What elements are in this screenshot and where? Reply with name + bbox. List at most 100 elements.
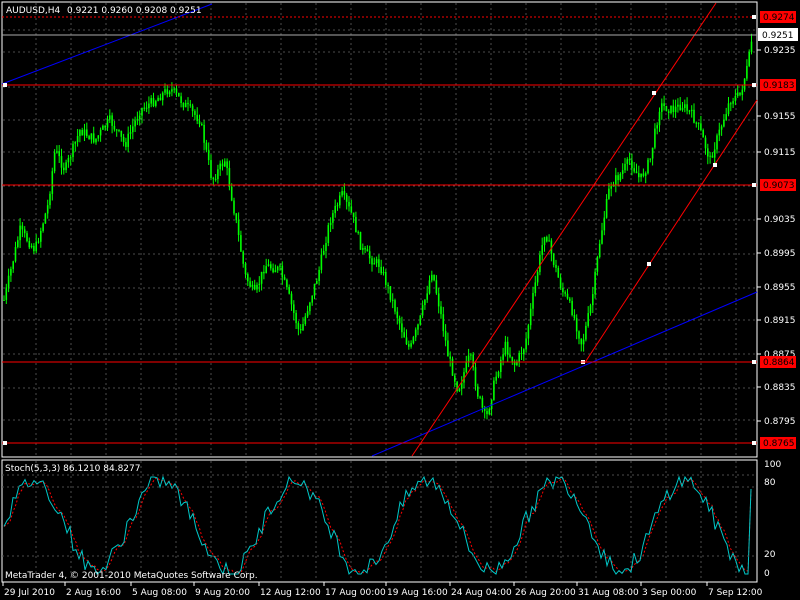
candle-body	[690, 109, 693, 111]
candle-body	[286, 279, 288, 288]
candle-body	[189, 104, 192, 106]
candle-body	[552, 253, 555, 265]
candle-body	[672, 105, 675, 112]
candle-body	[258, 283, 261, 285]
candle-body	[723, 119, 725, 127]
candle-body	[230, 186, 233, 201]
candle-body	[748, 52, 750, 66]
candle-body	[557, 267, 560, 278]
candle-body	[523, 349, 525, 355]
candle-body	[651, 147, 654, 159]
candle-body	[178, 92, 180, 97]
time-tick-label: 24 Aug 04:00	[451, 588, 512, 598]
candle-body	[309, 302, 311, 312]
candle-body	[649, 158, 652, 160]
candle-body	[320, 254, 323, 270]
candle-body	[65, 162, 67, 171]
candle-body	[638, 173, 640, 178]
candle-body	[421, 305, 424, 316]
level-anchor-right-2[interactable]	[752, 83, 756, 87]
candle-body	[479, 396, 481, 398]
candle-body	[244, 263, 247, 275]
candle-body	[555, 264, 557, 268]
candle-body	[150, 98, 152, 104]
candle-body	[279, 265, 281, 267]
channel-mid-anchor[interactable]	[647, 262, 651, 266]
candle-body	[548, 240, 550, 242]
candle-body	[302, 324, 304, 331]
candle-body	[104, 125, 106, 128]
channel-anchor-point-2[interactable]	[713, 163, 717, 167]
candle-body	[141, 108, 143, 116]
candle-body	[196, 114, 198, 121]
candle-body	[585, 325, 587, 340]
channel-anchor-point[interactable]	[652, 91, 656, 95]
candle-body	[417, 324, 419, 330]
level-anchor-right-4[interactable]	[752, 360, 756, 364]
candle-body	[180, 96, 182, 103]
level-anchor-left-2[interactable]	[3, 83, 7, 87]
candle-body	[433, 274, 435, 281]
time-tick-label: 7 Sep 12:00	[708, 588, 763, 598]
candle-body	[642, 173, 645, 176]
candle-body	[51, 171, 54, 194]
candle-body	[19, 225, 21, 241]
candle-body	[44, 213, 47, 224]
candle-body	[297, 323, 300, 330]
candle-body	[368, 251, 371, 259]
candle-body	[109, 115, 111, 120]
level-tag-label: 0.8864	[763, 358, 795, 368]
candle-body	[626, 159, 629, 164]
time-tick-label: 2 Aug 16:00	[66, 588, 121, 598]
candle-body	[138, 115, 141, 119]
candle-body	[210, 160, 212, 178]
candle-body	[46, 205, 49, 214]
candle-body	[536, 271, 539, 283]
candle-body	[465, 361, 468, 373]
candle-body	[707, 148, 709, 157]
level-anchor-left-5[interactable]	[3, 441, 7, 445]
candle-body	[380, 266, 382, 274]
candle-body	[716, 135, 718, 150]
candle-body	[221, 163, 224, 167]
time-tick-label: 19 Aug 16:00	[387, 588, 448, 598]
candle-body	[681, 107, 684, 111]
candle-body	[506, 341, 509, 355]
chart-background	[0, 0, 800, 600]
level-anchor-right-3[interactable]	[752, 183, 756, 187]
candle-body	[410, 343, 412, 347]
candle-body	[617, 175, 619, 181]
price-chart[interactable]: 0.9235 0.9155 0.9115 0.9035 0.8995 0.8955 0.89…	[0, 0, 800, 600]
candle-body	[746, 65, 748, 79]
candle-body	[233, 200, 235, 214]
level-anchor-right-5[interactable]	[752, 441, 756, 445]
candle-body	[290, 293, 293, 305]
candle-body	[364, 248, 366, 250]
price-tick-label: 0.9155	[764, 112, 796, 122]
time-tick-label: 26 Aug 20:00	[515, 588, 576, 598]
candle-body	[720, 126, 723, 130]
candle-body	[318, 269, 320, 281]
candle-body	[734, 96, 737, 102]
candle-body	[601, 230, 603, 244]
candle-body	[412, 337, 415, 344]
candle-body	[37, 241, 40, 243]
candle-body	[394, 300, 396, 312]
candle-body	[148, 103, 150, 109]
candle-body	[419, 315, 422, 325]
candle-body	[40, 231, 42, 242]
candle-body	[228, 168, 231, 187]
candle-body	[674, 106, 677, 113]
candle-body	[283, 277, 286, 280]
candle-body	[336, 205, 339, 207]
candle-body	[582, 339, 585, 345]
candle-body	[83, 129, 86, 136]
candle-body	[58, 151, 60, 157]
candle-body	[237, 220, 240, 235]
candle-body	[495, 376, 497, 381]
candle-body	[194, 111, 196, 115]
candle-body	[187, 102, 189, 105]
time-tick-label: 3 Sep 00:00	[642, 588, 697, 598]
level-anchor-right-1[interactable]	[752, 15, 756, 19]
candle-body	[316, 281, 318, 284]
